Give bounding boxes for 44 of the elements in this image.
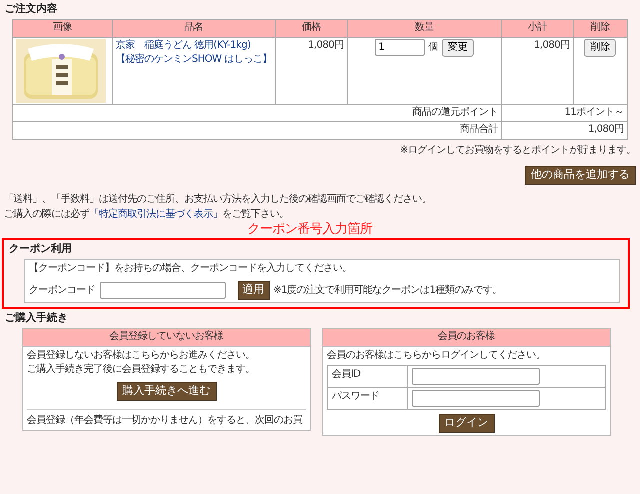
login-note: ※ログインしてお買物をするとポイントが貯まります。: [400, 144, 636, 158]
notice-text: ご購入の際には必ず「特定商取引法に基づく表示」をご覧下さい。: [4, 208, 290, 222]
column-header: 小計: [501, 20, 574, 38]
panel-text: 会員のお客様はこちらからログインしてください。: [327, 348, 546, 363]
summary-label: 商品の還元ポイント: [412, 106, 498, 118]
column-header: 数量: [347, 20, 502, 38]
section-title: クーポン利用: [8, 242, 73, 257]
quantity-field[interactable]: 1: [374, 38, 425, 56]
delete-button[interactable]: 削除: [584, 38, 616, 58]
add-products-button[interactable]: 他の商品を追加する: [525, 166, 636, 186]
login-field[interactable]: [412, 390, 540, 408]
login-field[interactable]: [412, 368, 540, 386]
product-link[interactable]: 京家 稲庭うどん 徳用(KY-1kg): [116, 38, 272, 54]
legal-link[interactable]: 「特定商取引法に基づく表示」: [90, 208, 222, 220]
coupon-intro: 【クーポンコード】をお持ちの場合、クーポンコードを入力してください。: [29, 262, 353, 276]
field-label: パスワード: [332, 391, 380, 402]
column-header: 価格: [275, 20, 348, 38]
summary-value: 1,080円: [588, 124, 624, 136]
coupon-note: ※1度の注文で利用可能なクーポンは1種類のみです。: [274, 284, 502, 298]
unit-text: 個: [428, 42, 438, 53]
change-button[interactable]: 変更: [442, 38, 474, 58]
notice-text: 「送料」、「手数料」は送付先のご住所、お支払い方法を入力した後の確認画面でご確認ください。: [4, 193, 432, 208]
field-label: クーポンコード: [29, 284, 96, 298]
panel-header: 会員登録していないお客様: [23, 329, 310, 347]
section-title: ご購入手続き: [4, 311, 69, 326]
panel-text: 会員登録（年会費等は一切かかりません）をすると、次回のお買: [27, 414, 304, 428]
apply-button[interactable]: 適用: [238, 281, 270, 300]
price-text: 1,080円: [308, 40, 344, 51]
panel-text: ご購入手続き完了後に会員登録することもできます。: [27, 363, 256, 378]
column-header: 品名: [112, 20, 276, 38]
column-header: 画像: [12, 20, 112, 38]
product-link[interactable]: 【秘密のケンミンSHOW はしっこ】: [116, 53, 272, 68]
summary-label: 商品合計: [460, 124, 498, 136]
login-button[interactable]: ログイン: [438, 414, 494, 434]
proceed-button[interactable]: 購入手続きへ進む: [116, 382, 216, 401]
panel-text: 会員登録しないお客様はこちらからお進みください。: [27, 348, 256, 363]
annotation-text: クーポン番号入力箇所: [246, 222, 374, 238]
subtotal-text: 1,080円: [534, 40, 570, 51]
panel-header: 会員のお客様: [323, 329, 610, 347]
summary-value: 11ポイント～: [564, 106, 624, 118]
coupon-field[interactable]: [100, 282, 226, 300]
column-header: 削除: [573, 20, 628, 38]
field-label: 会員ID: [332, 369, 361, 380]
section-title: ご注文内容: [4, 2, 58, 17]
